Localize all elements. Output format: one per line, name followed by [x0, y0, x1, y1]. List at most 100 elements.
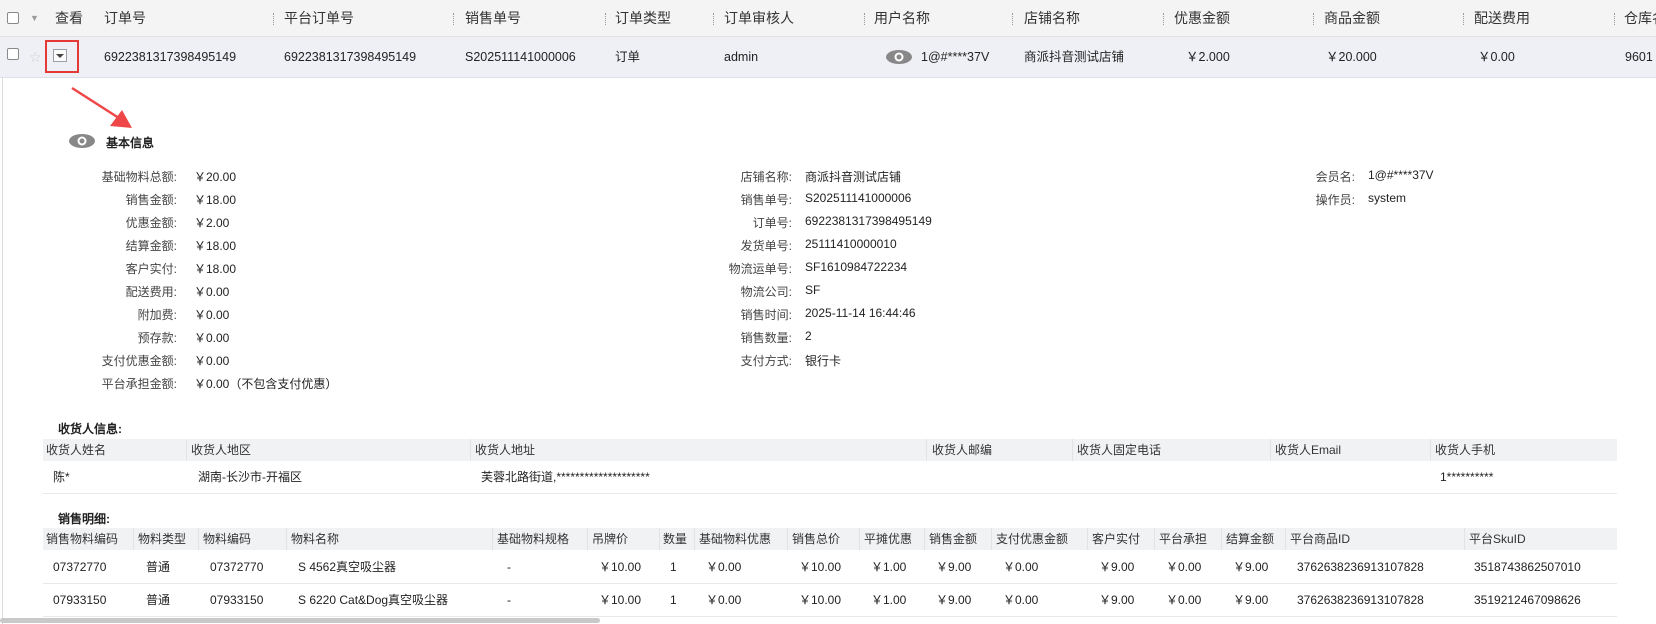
- field-value: 6922381317398495149: [805, 214, 932, 228]
- field-label: 附加费:: [137, 308, 177, 322]
- col-order-type[interactable]: 订单类型: [615, 0, 671, 36]
- field-value: ￥18.00: [194, 193, 237, 207]
- field-value: SF: [805, 283, 821, 297]
- field-value: 2: [805, 329, 812, 343]
- th-pay-discount: 支付优惠金额: [996, 532, 1069, 546]
- td-qty: 1: [670, 560, 677, 574]
- field-value: ￥18.00: [194, 262, 237, 276]
- td-platform-borne: ￥0.00: [1166, 560, 1202, 574]
- header-menu-icon[interactable]: ▼: [30, 0, 39, 36]
- th-sales-total: 销售总价: [792, 532, 841, 546]
- td-platform-sku-id: 3519212467098626: [1474, 593, 1581, 607]
- td-sales-total: ￥10.00: [799, 593, 842, 607]
- cell-user-name: 1@#****37V: [921, 50, 990, 64]
- th-receiver-phone: 收货人固定电话: [1077, 443, 1162, 457]
- td-material-spec: -: [507, 593, 511, 607]
- td-material-name: S 4562真空吸尘器: [298, 560, 397, 574]
- td-shared-discount: ￥1.00: [871, 593, 907, 607]
- td-material-code: 07372770: [210, 560, 264, 574]
- td-material-type: 普通: [146, 593, 171, 607]
- td-sales-amount: ￥9.00: [936, 560, 972, 574]
- star-icon[interactable]: ☆: [29, 37, 42, 77]
- field-value: 25111410000010: [805, 237, 897, 251]
- td-material-type: 普通: [146, 560, 171, 574]
- field-label: 订单号:: [752, 216, 792, 230]
- th-material-discount: 基础物料优惠: [699, 532, 772, 546]
- col-shop-name[interactable]: 店铺名称: [1024, 0, 1080, 36]
- field-label: 结算金额:: [125, 239, 177, 253]
- td-tag-price: ￥10.00: [599, 560, 642, 574]
- td-platform-goods-id: 3762638236913107828: [1297, 593, 1424, 607]
- th-receiver-zip: 收货人邮编: [932, 443, 993, 457]
- cell-reviewer: admin: [724, 50, 759, 64]
- td-platform-goods-id: 3762638236913107828: [1297, 560, 1424, 574]
- col-reviewer[interactable]: 订单审核人: [724, 0, 794, 36]
- field-label: 基础物料总额:: [101, 170, 177, 184]
- td-material-code: 07933150: [210, 593, 264, 607]
- col-order-no[interactable]: 订单号: [104, 0, 146, 36]
- col-user-name[interactable]: 用户名称: [874, 0, 930, 36]
- td-receiver-region: 湖南-长沙市-开福区: [198, 470, 302, 484]
- col-goods-amount[interactable]: 商品金额: [1324, 0, 1380, 36]
- col-sales-no[interactable]: 销售单号: [465, 0, 521, 36]
- field-value: ￥0.00: [194, 308, 230, 322]
- th-shared-discount: 平摊优惠: [864, 532, 913, 546]
- field-label: 优惠金额:: [125, 216, 177, 230]
- td-material-spec: -: [507, 560, 511, 574]
- field-label: 客户实付:: [125, 262, 177, 276]
- cell-platform-order-no: 6922381317398495149: [284, 50, 417, 64]
- cell-order-type: 订单: [615, 50, 641, 64]
- th-receiver-mobile: 收货人手机: [1435, 443, 1496, 457]
- cell-discount: ￥2.000: [1186, 50, 1230, 64]
- field-label: 操作员:: [1315, 193, 1355, 207]
- th-platform-goods-id: 平台商品ID: [1290, 532, 1351, 546]
- td-sales-amount: ￥9.00: [936, 593, 972, 607]
- th-sales-amount: 销售金额: [929, 532, 978, 546]
- field-value: SF1610984722234: [805, 260, 908, 274]
- eye-icon[interactable]: [885, 49, 913, 65]
- table-row: 07372770 普通 07372770 S 4562真空吸尘器 - ￥10.0…: [43, 551, 1617, 584]
- col-discount[interactable]: 优惠金额: [1174, 0, 1230, 36]
- td-material-name: S 6220 Cat&Dog真空吸尘器: [298, 593, 449, 607]
- td-receiver-address: 芙蓉北路街道,********************: [481, 470, 650, 484]
- th-receiver-email: 收货人Email: [1275, 443, 1342, 457]
- field-label: 支付方式:: [740, 354, 792, 368]
- eye-icon[interactable]: [68, 133, 96, 149]
- td-customer-paid: ￥9.00: [1099, 593, 1135, 607]
- select-all-checkbox[interactable]: [7, 12, 19, 24]
- th-platform-sku-id: 平台SkuID: [1469, 532, 1526, 546]
- col-platform-order-no[interactable]: 平台订单号: [284, 0, 354, 36]
- field-label: 会员名:: [1315, 170, 1355, 184]
- field-value: ￥2.00: [194, 216, 230, 230]
- field-label: 店铺名称:: [740, 170, 792, 184]
- field-value: 商派抖音测试店铺: [805, 170, 902, 184]
- row-checkbox[interactable]: [7, 48, 19, 60]
- field-value: S202511141000006: [805, 191, 912, 205]
- col-view: 查看: [55, 10, 83, 26]
- field-value: 2025-11-14 16:44:46: [805, 306, 916, 320]
- order-row[interactable]: ☆ 6922381317398495149 692238131739849514…: [0, 37, 1656, 78]
- th-tag-price: 吊牌价: [592, 532, 629, 546]
- expand-toggle[interactable]: [53, 49, 67, 62]
- col-warehouse[interactable]: 仓库名: [1624, 0, 1656, 36]
- horizontal-scrollbar[interactable]: [0, 618, 600, 623]
- th-material-code: 物料编码: [203, 532, 252, 546]
- td-settlement: ￥9.00: [1233, 593, 1269, 607]
- td-sales-material-code: 07933150: [53, 593, 107, 607]
- cell-shipping-fee: ￥0.00: [1478, 50, 1515, 64]
- field-label: 配送费用:: [125, 285, 177, 299]
- th-sales-material-code: 销售物料编码: [46, 532, 119, 546]
- field-label: 平台承担金额:: [101, 377, 177, 391]
- th-receiver-address: 收货人地址: [475, 443, 536, 457]
- td-pay-discount: ￥0.00: [1003, 593, 1039, 607]
- caret-down-icon: [56, 54, 64, 58]
- td-settlement: ￥9.00: [1233, 560, 1269, 574]
- field-value: system: [1368, 191, 1407, 205]
- col-shipping-fee[interactable]: 配送费用: [1474, 0, 1530, 36]
- td-shared-discount: ￥1.00: [871, 560, 907, 574]
- receiver-title: 收货人信息:: [58, 422, 122, 436]
- cell-warehouse: 9601: [1625, 50, 1653, 64]
- cell-shop-name: 商派抖音测试店铺: [1024, 50, 1125, 64]
- sales-detail-title: 销售明细:: [58, 512, 110, 526]
- td-pay-discount: ￥0.00: [1003, 560, 1039, 574]
